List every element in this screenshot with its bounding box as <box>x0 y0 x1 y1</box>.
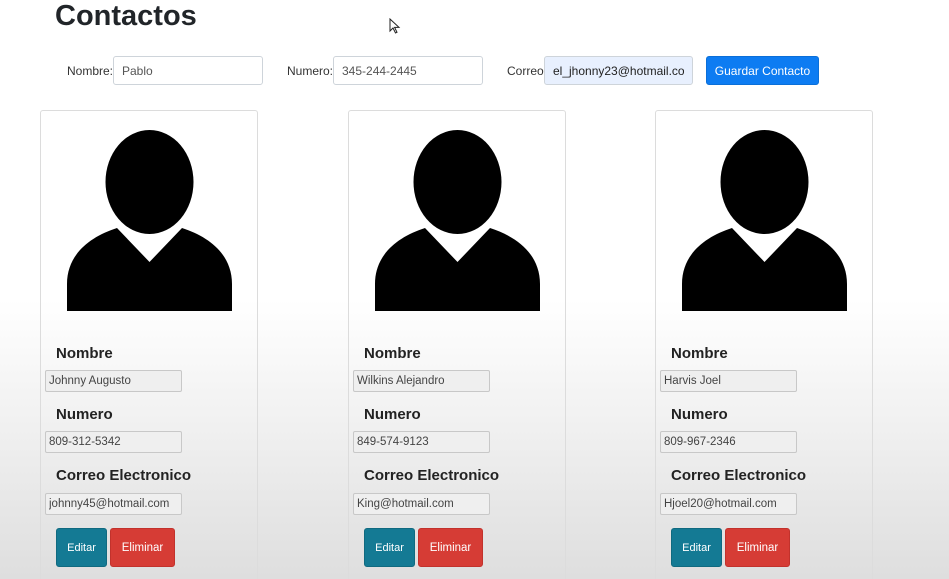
correo-label: Correo Electronico <box>364 467 500 484</box>
contact-card: Nombre Numero Correo Electronico Editar … <box>40 110 258 579</box>
edit-button[interactable]: Editar <box>364 528 415 567</box>
person-silhouette-icon <box>375 130 540 311</box>
numero-field[interactable] <box>660 431 797 453</box>
numero-label: Numero <box>56 406 113 423</box>
nombre-input[interactable] <box>113 56 263 85</box>
numero-form-label: Numero: <box>287 64 334 78</box>
nombre-field[interactable] <box>45 370 182 392</box>
correo-field[interactable] <box>45 493 182 515</box>
correo-label: Correo Electronico <box>671 467 807 484</box>
person-silhouette-icon <box>67 130 232 311</box>
numero-field[interactable] <box>45 431 182 453</box>
numero-input[interactable] <box>333 56 483 85</box>
numero-field[interactable] <box>353 431 490 453</box>
nombre-label: Nombre <box>671 345 728 362</box>
nombre-field[interactable] <box>660 370 797 392</box>
delete-button[interactable]: Eliminar <box>725 528 790 567</box>
correo-input[interactable] <box>544 56 693 85</box>
delete-button[interactable]: Eliminar <box>418 528 483 567</box>
nombre-form-label: Nombre: <box>67 64 114 78</box>
delete-button[interactable]: Eliminar <box>110 528 175 567</box>
contact-card: Nombre Numero Correo Electronico Editar … <box>348 110 566 579</box>
contact-card: Nombre Numero Correo Electronico Editar … <box>655 110 873 579</box>
correo-form-label: Correo <box>507 64 544 78</box>
numero-label: Numero <box>364 406 421 423</box>
nombre-label: Nombre <box>364 345 421 362</box>
numero-label: Numero <box>671 406 728 423</box>
correo-field[interactable] <box>353 493 490 515</box>
correo-field[interactable] <box>660 493 797 515</box>
nombre-label: Nombre <box>56 345 113 362</box>
person-silhouette-icon <box>682 130 847 311</box>
mouse-pointer-icon <box>389 18 401 34</box>
correo-label: Correo Electronico <box>56 467 192 484</box>
save-contact-button[interactable]: Guardar Contacto <box>706 56 819 85</box>
nombre-field[interactable] <box>353 370 490 392</box>
edit-button[interactable]: Editar <box>671 528 722 567</box>
edit-button[interactable]: Editar <box>56 528 107 567</box>
page-title: Contactos <box>55 0 197 32</box>
